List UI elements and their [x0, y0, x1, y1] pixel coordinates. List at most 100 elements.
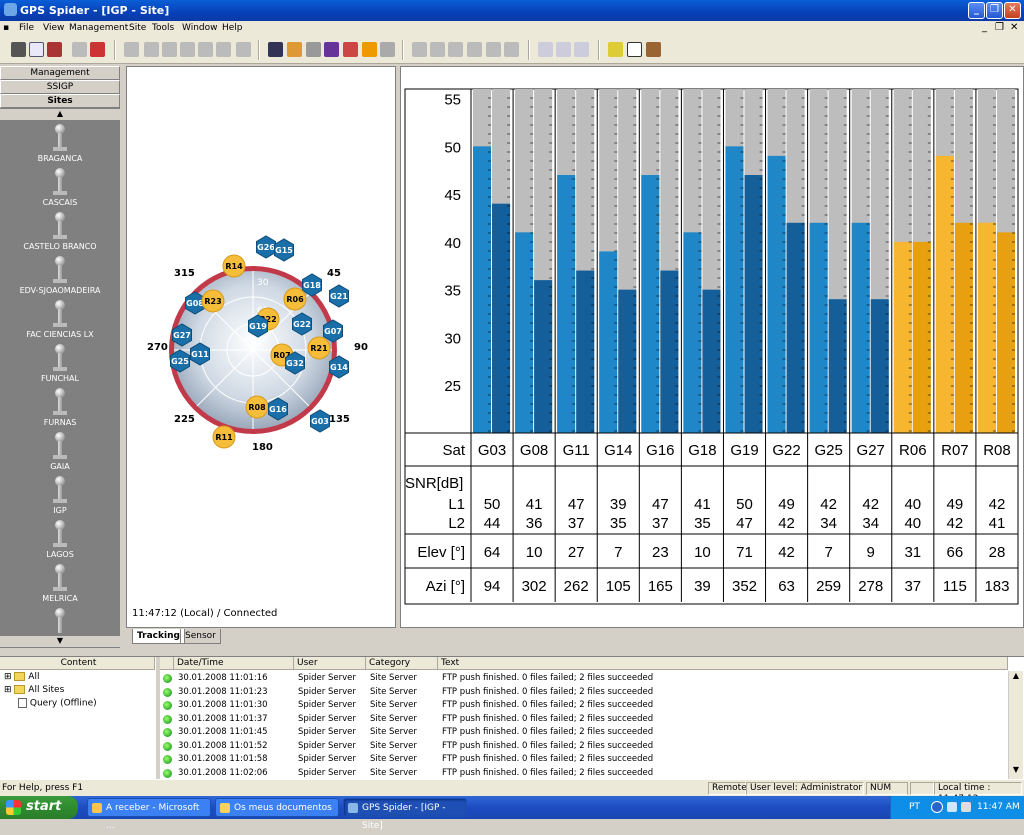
- sync-icon[interactable]: [216, 42, 231, 57]
- zoom-fit-icon[interactable]: [574, 42, 589, 57]
- antenna-icon[interactable]: [287, 42, 302, 57]
- wizard-icon[interactable]: [608, 42, 623, 57]
- help-icon[interactable]: [29, 42, 44, 57]
- play-icon[interactable]: [412, 42, 427, 57]
- menu-site[interactable]: Site: [129, 23, 146, 33]
- clock-icon[interactable]: [486, 42, 501, 57]
- skyplot-panel: 30 60 0 45 90 135 180 225 270 315 R14G26…: [126, 66, 396, 628]
- log-row[interactable]: 30.01.2008 11:02:06 Spider Server Site Ser…: [160, 767, 1010, 780]
- language-indicator[interactable]: PT: [909, 796, 920, 818]
- disconnect-icon[interactable]: [124, 42, 139, 57]
- scroll-up-icon[interactable]: ▲: [1009, 671, 1023, 685]
- user-icon[interactable]: [646, 42, 661, 57]
- start-button[interactable]: start: [0, 796, 78, 819]
- stop-icon[interactable]: [180, 42, 195, 57]
- probe-icon[interactable]: [380, 42, 395, 57]
- site-item[interactable]: CASTELO BRANCO: [0, 212, 120, 256]
- zoom-in-icon[interactable]: [538, 42, 553, 57]
- task-button-documents[interactable]: Os meus documentos: [215, 798, 339, 817]
- task-label: Os meus documentos: [234, 803, 332, 813]
- log-row[interactable]: 30.01.2008 11:01:58 Spider Server Site Ser…: [160, 753, 1010, 766]
- management-header[interactable]: Management: [0, 66, 120, 80]
- network-icon[interactable]: [947, 802, 957, 812]
- site-item[interactable]: FAC CIENCIAS LX: [0, 300, 120, 344]
- network-icon[interactable]: [306, 42, 321, 57]
- gear-icon[interactable]: [504, 42, 519, 57]
- site-item[interactable]: FUNCHAL: [0, 344, 120, 388]
- log-row[interactable]: 30.01.2008 11:01:37 Spider Server Site Ser…: [160, 713, 1010, 726]
- stop-icon[interactable]: [430, 42, 445, 57]
- satellite-label: G26: [257, 243, 275, 252]
- scroll-down-icon[interactable]: ▼: [1009, 765, 1023, 779]
- menu-management[interactable]: Management: [69, 23, 128, 33]
- sites-header[interactable]: Sites: [0, 94, 120, 108]
- icon-column-header[interactable]: [160, 657, 174, 670]
- mdi-restore-button[interactable]: ❐: [995, 22, 1004, 33]
- menu-tools[interactable]: Tools: [152, 23, 174, 33]
- volume-icon[interactable]: [961, 802, 971, 812]
- play-icon[interactable]: [162, 42, 177, 57]
- site-item[interactable]: LAGOS: [0, 520, 120, 564]
- column-header-text[interactable]: Text: [438, 657, 1008, 670]
- print-icon[interactable]: [11, 42, 26, 57]
- ntrip-icon[interactable]: [324, 42, 339, 57]
- task-button-gps-spider[interactable]: GPS Spider - [IGP - Site]: [343, 798, 467, 831]
- log-row[interactable]: 30.01.2008 11:01:45 Spider Server Site Ser…: [160, 726, 1010, 739]
- snr-l2-cell: 34: [820, 515, 837, 532]
- task-button-outlook[interactable]: A receber - Microsoft ...: [87, 798, 211, 831]
- ssigp-header[interactable]: SSIGP: [0, 80, 120, 94]
- tree-item-all[interactable]: ⊞ All: [4, 672, 39, 682]
- minimize-button[interactable]: _: [968, 2, 985, 19]
- rtk-icon[interactable]: [343, 42, 358, 57]
- log-row[interactable]: 30.01.2008 11:01:16 Spider Server Site Ser…: [160, 672, 1010, 685]
- tree-item-all-sites[interactable]: ⊞ All Sites: [4, 685, 64, 695]
- snr-bar-g08-l1: [515, 232, 534, 433]
- connect-icon[interactable]: [144, 42, 159, 57]
- site-item[interactable]: MELRICA: [0, 564, 120, 608]
- log-scrollbar[interactable]: ▲ ▼: [1008, 671, 1023, 779]
- site-item[interactable]: BRAGANCA: [0, 124, 120, 168]
- site-item[interactable]: [0, 608, 120, 634]
- refresh-icon[interactable]: [198, 42, 213, 57]
- site-item[interactable]: EDV-SJOAOMADEIRA: [0, 256, 120, 300]
- tab-tracking[interactable]: Tracking: [132, 629, 185, 644]
- exit-icon[interactable]: [90, 42, 105, 57]
- log-row[interactable]: 30.01.2008 11:01:30 Spider Server Site Ser…: [160, 699, 1010, 712]
- site-item[interactable]: FURNAS: [0, 388, 120, 432]
- menu-view[interactable]: View: [43, 23, 64, 33]
- menu-file[interactable]: File: [19, 23, 34, 33]
- expand-icon[interactable]: ⊞: [4, 672, 12, 682]
- tools-icon[interactable]: [467, 42, 482, 57]
- log-row[interactable]: 30.01.2008 11:01:23 Spider Server Site Ser…: [160, 686, 1010, 699]
- zoom-out-icon[interactable]: [556, 42, 571, 57]
- content-header[interactable]: Content: [0, 657, 155, 670]
- close-button[interactable]: ✕: [1004, 2, 1021, 19]
- upload-icon[interactable]: [236, 42, 251, 57]
- log-text: FTP push finished. 0 files failed; 2 fil…: [442, 754, 654, 764]
- mdi-minimize-button[interactable]: _: [982, 22, 987, 33]
- alert-icon[interactable]: [362, 42, 377, 57]
- expand-icon[interactable]: ⊞: [4, 685, 12, 695]
- report-icon[interactable]: [627, 42, 642, 57]
- tree-item-query[interactable]: Query (Offline): [18, 698, 97, 709]
- site-item[interactable]: CASCAIS: [0, 168, 120, 212]
- restore-button[interactable]: ❐: [986, 2, 1003, 19]
- site-item[interactable]: IGP: [0, 476, 120, 520]
- menu-help[interactable]: Help: [222, 23, 243, 33]
- column-header-user[interactable]: User: [294, 657, 366, 670]
- book-icon[interactable]: [47, 42, 62, 57]
- tab-sensor[interactable]: Sensor: [180, 629, 221, 644]
- log-row[interactable]: 30.01.2008 11:01:52 Spider Server Site Ser…: [160, 740, 1010, 753]
- column-header-category[interactable]: Category: [366, 657, 438, 670]
- tray-arrow-icon[interactable]: [931, 801, 943, 813]
- site-item[interactable]: GAIA: [0, 432, 120, 476]
- column-header-datetime[interactable]: Date/Time: [174, 657, 294, 670]
- mdi-close-button[interactable]: ✕: [1010, 22, 1018, 33]
- log-category: Site Server: [370, 673, 417, 683]
- receiver-icon[interactable]: [268, 42, 283, 57]
- menu-window[interactable]: Window: [182, 23, 218, 33]
- rewind-icon[interactable]: [448, 42, 463, 57]
- scroll-down-button[interactable]: ▼: [0, 636, 120, 647]
- scroll-up-button[interactable]: ▲: [0, 109, 120, 120]
- settings-icon[interactable]: [72, 42, 87, 57]
